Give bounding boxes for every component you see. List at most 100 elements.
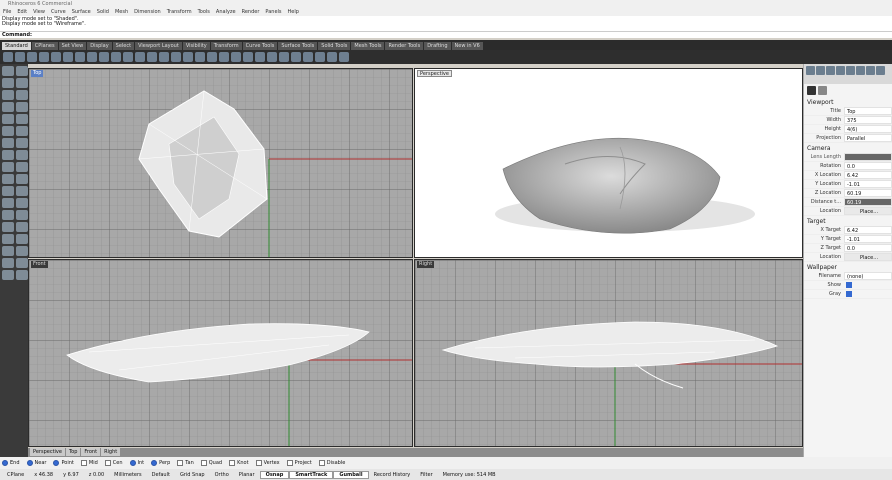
point-icon[interactable] [16,66,28,76]
menu-help[interactable]: Help [288,9,299,15]
vtab-front[interactable]: Front [81,448,101,456]
disable-checkbox[interactable] [318,460,325,466]
move-icon[interactable] [207,52,217,62]
project-checkbox[interactable] [286,460,293,466]
properties-icon[interactable] [255,52,265,62]
polyline-icon[interactable] [16,78,28,88]
menu-solid[interactable]: Solid [97,9,109,15]
viewport-perspective[interactable]: Perspective [414,68,803,258]
zoom-extents-icon[interactable] [159,52,169,62]
rotate-icon[interactable] [2,210,14,220]
x-target-field[interactable]: 6.42 [844,226,892,234]
tab-viewport-layout[interactable]: Viewport Layout [135,42,182,50]
tan-checkbox[interactable] [177,460,184,466]
select-icon[interactable] [195,52,205,62]
cen-checkbox[interactable] [104,460,111,466]
open-file-icon[interactable] [15,52,25,62]
tab-standard[interactable]: Standard [2,42,31,50]
display-icon[interactable] [826,66,835,75]
split-icon[interactable] [2,174,14,184]
tab-surface-tools[interactable]: Surface Tools [278,42,318,50]
analyze-icon[interactable] [2,246,14,256]
cylinder-icon[interactable] [16,138,28,148]
undo-icon[interactable] [99,52,109,62]
int-checkbox[interactable] [129,460,136,466]
rotation-field[interactable]: 0.0 [844,162,892,170]
viewport-front[interactable]: Front [28,259,413,447]
boolean-icon[interactable] [2,234,14,244]
menu-panels[interactable]: Panels [265,9,281,15]
title-field[interactable]: Top [844,107,892,115]
ortho-toggle[interactable]: Ortho [210,472,234,478]
filter-toggle[interactable]: Filter [415,472,437,478]
grid-icon[interactable] [16,258,28,268]
filename-field[interactable]: (none) [844,272,892,280]
osnap-mid[interactable]: Mid [80,460,98,466]
gray-checkbox[interactable] [846,291,852,297]
material-icon[interactable] [315,52,325,62]
viewport-title-top[interactable]: Top [31,70,44,77]
osnap-tan[interactable]: Tan [177,460,194,466]
x-location-field[interactable]: 6.42 [844,171,892,179]
array-icon[interactable] [16,222,28,232]
place-target-button[interactable]: Place... [844,253,892,261]
place-button[interactable]: Place... [844,207,892,215]
polygon-icon[interactable] [2,114,14,124]
osnap-perp[interactable]: Perp [151,460,170,466]
layer-icon[interactable] [2,258,14,268]
menu-tools[interactable]: Tools [198,9,210,15]
tab-display[interactable]: Display [87,42,112,50]
menu-mesh[interactable]: Mesh [115,9,128,15]
trim-icon[interactable] [16,162,28,172]
pointer-icon[interactable] [2,66,14,76]
arc-icon[interactable] [2,102,14,112]
osnap-disable[interactable]: Disable [318,460,345,466]
command-prompt[interactable]: Command: [0,31,892,38]
camera-icon[interactable] [807,86,816,95]
print-icon[interactable] [39,52,49,62]
color-icon[interactable] [267,52,277,62]
menu-transform[interactable]: Transform [167,9,192,15]
osnap-int[interactable]: Int [129,460,144,466]
copy-icon[interactable] [75,52,85,62]
tab-mesh-tools[interactable]: Mesh Tools [351,42,385,50]
osnap-knot[interactable]: Knot [229,460,249,466]
gumball-toggle[interactable]: Gumball [333,470,369,479]
snap-icon[interactable] [2,270,14,280]
tab-set-view[interactable]: Set View [58,42,87,50]
snapshot-icon[interactable] [291,52,301,62]
y-location-field[interactable]: -1.01 [844,180,892,188]
help-icon[interactable] [339,52,349,62]
osnap-quad[interactable]: Quad [200,460,222,466]
lens-field[interactable] [844,153,892,161]
zoom-window-icon[interactable] [147,52,157,62]
perp-checkbox[interactable] [151,460,158,466]
osnap-point[interactable]: Point [53,460,74,466]
osnap-end[interactable]: End [2,460,20,466]
menu-file[interactable]: File [3,9,11,15]
projection-select[interactable]: Parallel [844,134,892,142]
show-checkbox[interactable] [846,282,852,288]
menu-surface[interactable]: Surface [72,9,91,15]
curve-icon[interactable] [2,90,14,100]
join-icon[interactable] [16,174,28,184]
cut-icon[interactable] [63,52,73,62]
smarttrack-toggle[interactable]: SmartTrack [289,470,334,479]
options-icon[interactable] [279,52,289,62]
tab-transform[interactable]: Transform [210,42,242,50]
distance-field[interactable]: 60.19 [844,198,892,206]
osnap-cen[interactable]: Cen [104,460,123,466]
current-layer[interactable]: Default [147,472,175,478]
tab-visibility[interactable]: Visibility [182,42,210,50]
extrude-icon[interactable] [2,150,14,160]
text-icon[interactable] [16,114,28,124]
width-field[interactable]: 375 [844,116,892,124]
environment-icon[interactable] [866,66,875,75]
gumball-icon[interactable] [16,270,28,280]
menu-dimension[interactable]: Dimension [134,9,161,15]
tab-drafting[interactable]: Drafting [424,42,451,50]
sphere-icon[interactable] [2,138,14,148]
new-file-icon[interactable] [3,52,13,62]
viewport-top[interactable]: Top [28,68,413,258]
paste-icon[interactable] [87,52,97,62]
